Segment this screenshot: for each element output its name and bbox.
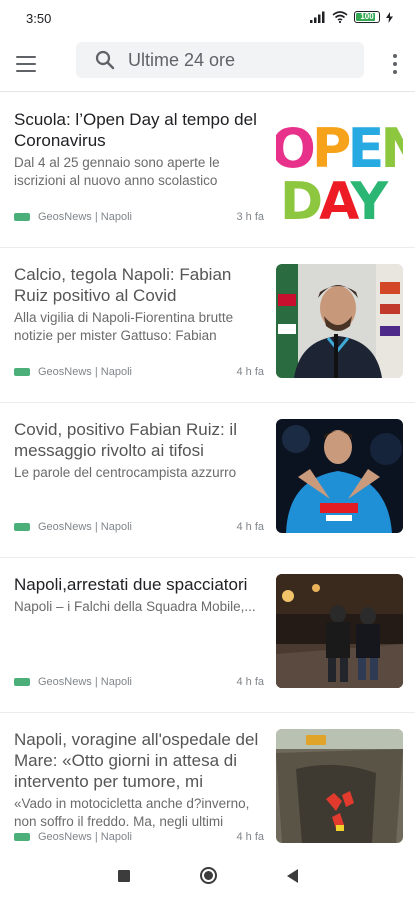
article-thumbnail[interactable] <box>276 729 403 843</box>
article-thumbnail[interactable] <box>276 574 403 688</box>
article-thumbnail[interactable] <box>276 264 403 378</box>
more-options-icon[interactable] <box>391 52 399 76</box>
article-card[interactable]: Napoli, voragine all'ospedale del Mare: … <box>0 713 415 851</box>
sinkhole-rescue-photo <box>276 729 403 843</box>
search-icon <box>95 50 115 70</box>
svg-text:OPEN: OPEN <box>276 117 403 180</box>
article-thumbnail[interactable]: OPEN DAY <box>276 109 403 223</box>
battery-level: 100 <box>360 12 374 21</box>
status-time: 3:50 <box>26 11 52 26</box>
article-snippet: Napoli – i Falchi della Squadra Mobile,.… <box>14 599 256 614</box>
battery-icon: 100 <box>354 11 380 23</box>
article-card[interactable]: Napoli,arrestati due spacciatori Napoli … <box>0 558 415 713</box>
article-time: 4 h fa <box>236 676 264 688</box>
system-navigation-bar <box>0 851 415 900</box>
wifi-icon <box>332 11 348 23</box>
night-street-arrest-photo <box>276 574 403 688</box>
status-icons: 100 <box>310 11 393 23</box>
article-time: 4 h fa <box>236 521 264 533</box>
article-card[interactable]: Scuola: l’Open Day al tempo del Coronavi… <box>0 93 415 248</box>
article-time: 4 h fa <box>236 831 264 843</box>
footballer-celebration-photo <box>276 419 403 533</box>
article-meta: GeosNews | Napoli 4 h fa <box>14 521 264 533</box>
article-snippet: Dal 4 al 25 gennaio sono aperte le iscri… <box>14 155 220 188</box>
source-tag-icon <box>14 213 30 221</box>
home-icon[interactable] <box>199 867 217 884</box>
charging-icon <box>386 11 393 23</box>
article-meta: GeosNews | Napoli 4 h fa <box>14 831 264 843</box>
article-card[interactable]: Calcio, tegola Napoli: Fabian Ruiz posit… <box>0 248 415 403</box>
source-tag-icon <box>14 833 30 841</box>
article-title: Covid, positivo Fabian Ruiz: il messaggi… <box>14 420 237 460</box>
press-conference-photo <box>276 264 403 378</box>
open-day-image: OPEN DAY <box>276 109 403 223</box>
article-meta: GeosNews | Napoli 4 h fa <box>14 676 264 688</box>
source-tag-icon <box>14 368 30 376</box>
article-title: Scuola: l’Open Day al tempo del Coronavi… <box>14 110 257 150</box>
recent-apps-icon[interactable] <box>117 869 130 882</box>
article-card[interactable]: Covid, positivo Fabian Ruiz: il messaggi… <box>0 403 415 558</box>
article-snippet: Alla vigilia di Napoli-Fiorentina brutte… <box>14 310 234 343</box>
article-time: 3 h fa <box>236 211 264 223</box>
back-icon[interactable] <box>286 868 298 883</box>
article-time: 4 h fa <box>236 366 264 378</box>
app-bar: Ultime 24 ore <box>0 38 415 92</box>
article-thumbnail[interactable] <box>276 419 403 533</box>
search-query-text: Ultime 24 ore <box>128 49 236 70</box>
news-feed[interactable]: Scuola: l’Open Day al tempo del Coronavi… <box>0 93 415 851</box>
article-title: Napoli,arrestati due spacciatori <box>14 575 248 594</box>
article-title: Napoli, voragine all'ospedale del Mare: … <box>14 730 259 791</box>
svg-text:DAY: DAY <box>280 172 389 223</box>
article-source: GeosNews | Napoli <box>38 521 132 533</box>
status-bar: 3:50 100 <box>0 0 415 38</box>
source-tag-icon <box>14 678 30 686</box>
article-snippet: «Vado in motocicletta anche d?inverno, n… <box>14 796 250 829</box>
article-meta: GeosNews | Napoli 4 h fa <box>14 366 264 378</box>
article-meta: GeosNews | Napoli 3 h fa <box>14 211 264 223</box>
article-snippet: Le parole del centrocampista azzurro <box>14 465 237 480</box>
article-title: Calcio, tegola Napoli: Fabian Ruiz posit… <box>14 265 232 305</box>
article-source: GeosNews | Napoli <box>38 676 132 688</box>
hamburger-menu-icon[interactable] <box>16 52 44 76</box>
search-bar[interactable]: Ultime 24 ore <box>76 42 364 78</box>
article-source: GeosNews | Napoli <box>38 366 132 378</box>
source-tag-icon <box>14 523 30 531</box>
signal-icon <box>310 11 325 23</box>
article-source: GeosNews | Napoli <box>38 211 132 223</box>
article-source: GeosNews | Napoli <box>38 831 132 843</box>
